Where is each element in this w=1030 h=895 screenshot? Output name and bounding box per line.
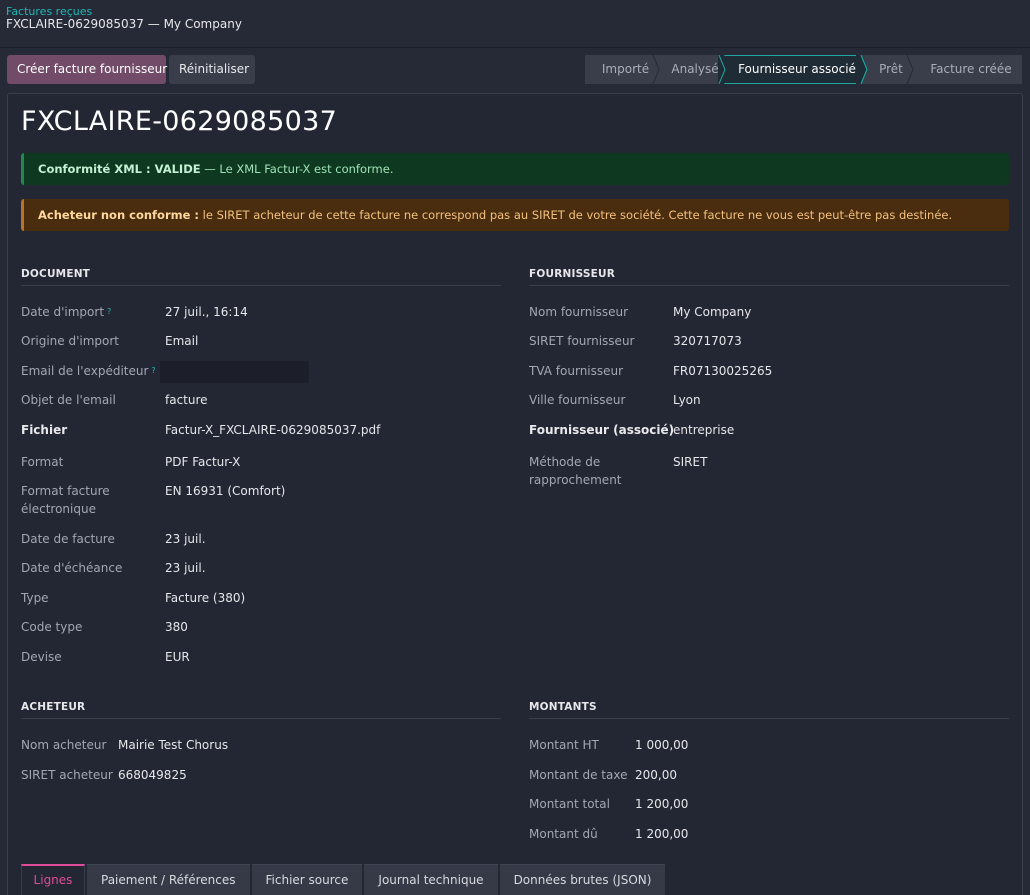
tab-technical-log[interactable]: Journal technique bbox=[364, 864, 498, 895]
field-value-import-origin: Email bbox=[165, 334, 199, 348]
alert-text: le SIRET acheteur de cette facture ne co… bbox=[199, 208, 953, 222]
section-document-heading: DOCUMENT bbox=[21, 268, 501, 286]
field-label-supplier-city: Ville fournisseur bbox=[529, 393, 626, 407]
field-label-amount-tax: Montant de taxe bbox=[529, 768, 628, 782]
field-value-supplier-city: Lyon bbox=[673, 393, 701, 407]
status-step-label: Fournisseur associé bbox=[738, 62, 856, 76]
field-value-supplier-vat: FR07130025265 bbox=[673, 364, 773, 378]
field-label-import-date: Date d'import? bbox=[21, 305, 112, 319]
field-label-invoice-date: Date de facture bbox=[21, 532, 115, 546]
field-label-amount-total: Montant total bbox=[529, 797, 610, 811]
field-label-buyer-name: Nom acheteur bbox=[21, 738, 107, 752]
field-value-supplier-siret: 320717073 bbox=[673, 334, 742, 348]
tab-lines[interactable]: Lignes bbox=[21, 864, 85, 895]
status-step-analyzed[interactable]: Analysé bbox=[658, 55, 730, 84]
field-value-amount-tax: 200,00 bbox=[635, 768, 677, 782]
field-label-type-code: Code type bbox=[21, 620, 83, 634]
field-label-amount-due: Montant dû bbox=[529, 827, 598, 841]
section-buyer-heading: ACHETEUR bbox=[21, 701, 501, 719]
status-step-imported[interactable]: Importé bbox=[585, 55, 664, 84]
field-value-matched-supplier-link[interactable]: entreprise bbox=[673, 421, 734, 439]
status-step-label: Importé bbox=[601, 62, 650, 76]
tab-source-file[interactable]: Fichier source bbox=[251, 864, 363, 895]
status-step-ready[interactable]: Prêt bbox=[862, 55, 918, 84]
reset-button[interactable]: Réinitialiser bbox=[169, 55, 255, 84]
status-step-bill-created[interactable]: Facture créée bbox=[912, 55, 1022, 84]
field-label-import-origin: Origine d'import bbox=[21, 334, 120, 348]
chevron-separator-icon bbox=[856, 55, 868, 84]
field-value-import-date: 27 juil., 16:14 bbox=[165, 305, 248, 319]
field-label-einvoice-format: Format facture électronique bbox=[21, 484, 110, 516]
status-step-label: Analysé bbox=[671, 62, 719, 76]
tab-raw-data-json[interactable]: Données brutes (JSON) bbox=[499, 864, 666, 895]
sender-email-field[interactable] bbox=[160, 361, 309, 383]
breadcrumb-current: FXCLAIRE-0629085037 — My Company bbox=[6, 17, 242, 31]
field-label-email-subject: Objet de l'email bbox=[21, 393, 116, 407]
field-label-supplier-siret: SIRET fournisseur bbox=[529, 334, 635, 348]
field-value-file-link[interactable]: Factur-X_FXCLAIRE-0629085037.pdf bbox=[165, 421, 380, 439]
field-value-supplier-name: My Company bbox=[673, 305, 752, 319]
field-value-einvoice-format: EN 16931 (Comfort) bbox=[165, 484, 286, 498]
help-icon[interactable]: ? bbox=[151, 366, 155, 375]
field-value-amount-total: 1 200,00 bbox=[635, 797, 689, 811]
field-value-format: PDF Factur-X bbox=[165, 455, 241, 469]
field-value-currency: EUR bbox=[165, 650, 190, 664]
field-label-buyer-siret: SIRET acheteur bbox=[21, 768, 113, 782]
field-label-matched-supplier: Fournisseur (associé) bbox=[529, 423, 675, 437]
buyer-mismatch-alert: Acheteur non conforme : le SIRET acheteu… bbox=[21, 199, 1009, 231]
field-value-due-date: 23 juil. bbox=[165, 561, 206, 575]
notebook-tabs: Lignes Paiement / Références Fichier sou… bbox=[21, 864, 667, 895]
field-label-file: Fichier bbox=[21, 423, 68, 437]
create-vendor-bill-button[interactable]: Créer facture fournisseur bbox=[7, 55, 167, 84]
field-label-amount-untaxed: Montant HT bbox=[529, 738, 599, 752]
status-step-supplier-matched[interactable]: Fournisseur associé bbox=[724, 55, 868, 84]
field-label-matching-method: Méthode de rapprochement bbox=[529, 455, 622, 487]
field-value-buyer-siret: 668049825 bbox=[118, 768, 187, 782]
field-label-due-date: Date d'échéance bbox=[21, 561, 123, 575]
field-value-invoice-date: 23 juil. bbox=[165, 532, 206, 546]
tab-payment-references[interactable]: Paiement / Références bbox=[87, 864, 250, 895]
field-label-supplier-name: Nom fournisseur bbox=[529, 305, 629, 319]
field-label-type: Type bbox=[21, 591, 49, 605]
field-label-format: Format bbox=[21, 455, 64, 469]
status-step-label: Prêt bbox=[879, 62, 903, 76]
field-value-type: Facture (380) bbox=[165, 591, 246, 605]
field-value-amount-due: 1 200,00 bbox=[635, 827, 689, 841]
field-value-amount-untaxed: 1 000,00 bbox=[635, 738, 689, 752]
alert-bold-text: Acheteur non conforme : bbox=[38, 208, 200, 222]
help-icon[interactable]: ? bbox=[107, 307, 111, 316]
alert-text: — Le XML Factur-X est conforme. bbox=[200, 162, 394, 176]
chevron-separator-icon bbox=[906, 55, 918, 84]
field-label-supplier-vat: TVA fournisseur bbox=[529, 364, 624, 378]
chevron-separator-icon bbox=[652, 55, 664, 84]
section-amounts-heading: MONTANTS bbox=[529, 701, 1009, 719]
field-value-matching-method: SIRET bbox=[673, 455, 708, 469]
field-value-email-subject: facture bbox=[165, 393, 208, 407]
status-step-label: Facture créée bbox=[930, 62, 1012, 76]
alert-bold-text: Conformité XML : VALIDE bbox=[38, 162, 201, 176]
invoice-title: FXCLAIRE-0629085037 bbox=[21, 106, 338, 137]
status-bar: Importé Analysé Fournisseur associé Prêt… bbox=[585, 55, 1022, 84]
field-label-sender-email: Email de l'expéditeur? bbox=[21, 364, 156, 378]
section-supplier-heading: FOURNISSEUR bbox=[529, 268, 1009, 286]
field-value-type-code: 380 bbox=[165, 620, 188, 634]
xml-compliance-alert: Conformité XML : VALIDE — Le XML Factur-… bbox=[21, 153, 1009, 185]
field-value-buyer-name: Mairie Test Chorus bbox=[118, 738, 229, 752]
field-label-currency: Devise bbox=[21, 650, 62, 664]
chevron-separator-icon bbox=[718, 55, 730, 84]
